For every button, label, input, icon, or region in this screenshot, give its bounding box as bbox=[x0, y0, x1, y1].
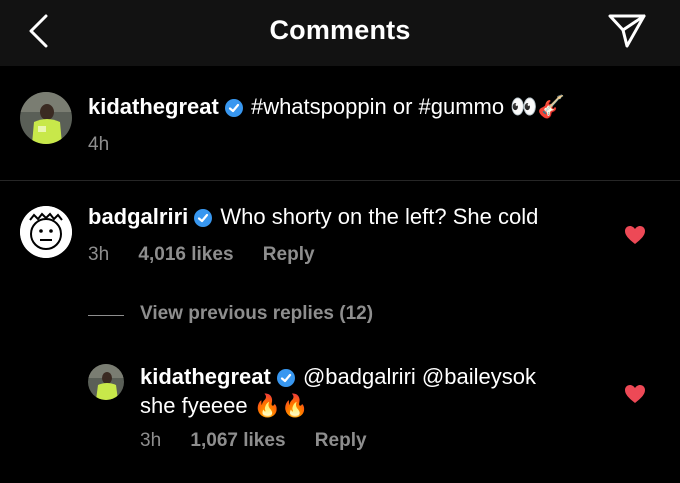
heart-icon[interactable] bbox=[624, 225, 646, 245]
reply-line-2: she fyeeee 🔥🔥 bbox=[140, 393, 309, 419]
reply-username[interactable]: kidathegreat bbox=[140, 364, 271, 389]
comment-meta: 3h 4,016 likes Reply bbox=[88, 244, 339, 266]
divider bbox=[88, 315, 124, 316]
comment-line: badgalriri Who shorty on the left? She c… bbox=[88, 204, 538, 230]
verified-badge-icon bbox=[194, 209, 213, 227]
reply-time: 3h bbox=[140, 430, 162, 451]
reply-likes[interactable]: 1,067 likes bbox=[190, 430, 285, 451]
page-title: Comments bbox=[269, 15, 411, 45]
view-previous-replies-button[interactable]: View previous replies (12) bbox=[140, 303, 373, 325]
reply-button[interactable]: Reply bbox=[315, 430, 367, 451]
caption-section: kidathegreat #whatspoppin or #gummo 👀🎸 4… bbox=[0, 66, 680, 180]
reply-text-2: she fyeeee bbox=[140, 393, 248, 418]
caption-text: #whatspoppin or #gummo bbox=[250, 94, 505, 119]
caption-line: kidathegreat #whatspoppin or #gummo 👀🎸 bbox=[88, 94, 565, 120]
reply-text: @badgalriri @baileysok bbox=[302, 364, 536, 389]
reply-line: kidathegreat @badgalriri @baileysok bbox=[140, 364, 536, 390]
caption-emojis: 👀🎸 bbox=[510, 95, 566, 120]
caption-time: 4h bbox=[88, 134, 110, 155]
heart-icon[interactable] bbox=[624, 384, 646, 404]
header-bar: Comments bbox=[0, 0, 680, 66]
comment-time: 3h bbox=[88, 244, 110, 265]
comment-likes[interactable]: 4,016 likes bbox=[138, 244, 233, 265]
verified-badge-icon bbox=[224, 99, 243, 117]
avatar[interactable] bbox=[20, 206, 72, 258]
caption-username[interactable]: kidathegreat bbox=[88, 94, 219, 119]
reply-button[interactable]: Reply bbox=[263, 244, 315, 265]
verified-badge-icon bbox=[276, 369, 295, 387]
paper-plane-icon bbox=[608, 14, 646, 48]
avatar[interactable] bbox=[88, 364, 124, 400]
divider bbox=[0, 180, 680, 181]
caption-meta: 4h bbox=[88, 134, 133, 156]
comment-username[interactable]: badgalriri bbox=[88, 204, 188, 229]
reply-meta: 3h 1,067 likes Reply bbox=[140, 430, 391, 452]
send-button[interactable] bbox=[607, 13, 647, 49]
reply-emojis: 🔥🔥 bbox=[253, 394, 309, 419]
avatar[interactable] bbox=[20, 92, 72, 144]
comment-text: Who shorty on the left? She cold bbox=[220, 204, 539, 229]
